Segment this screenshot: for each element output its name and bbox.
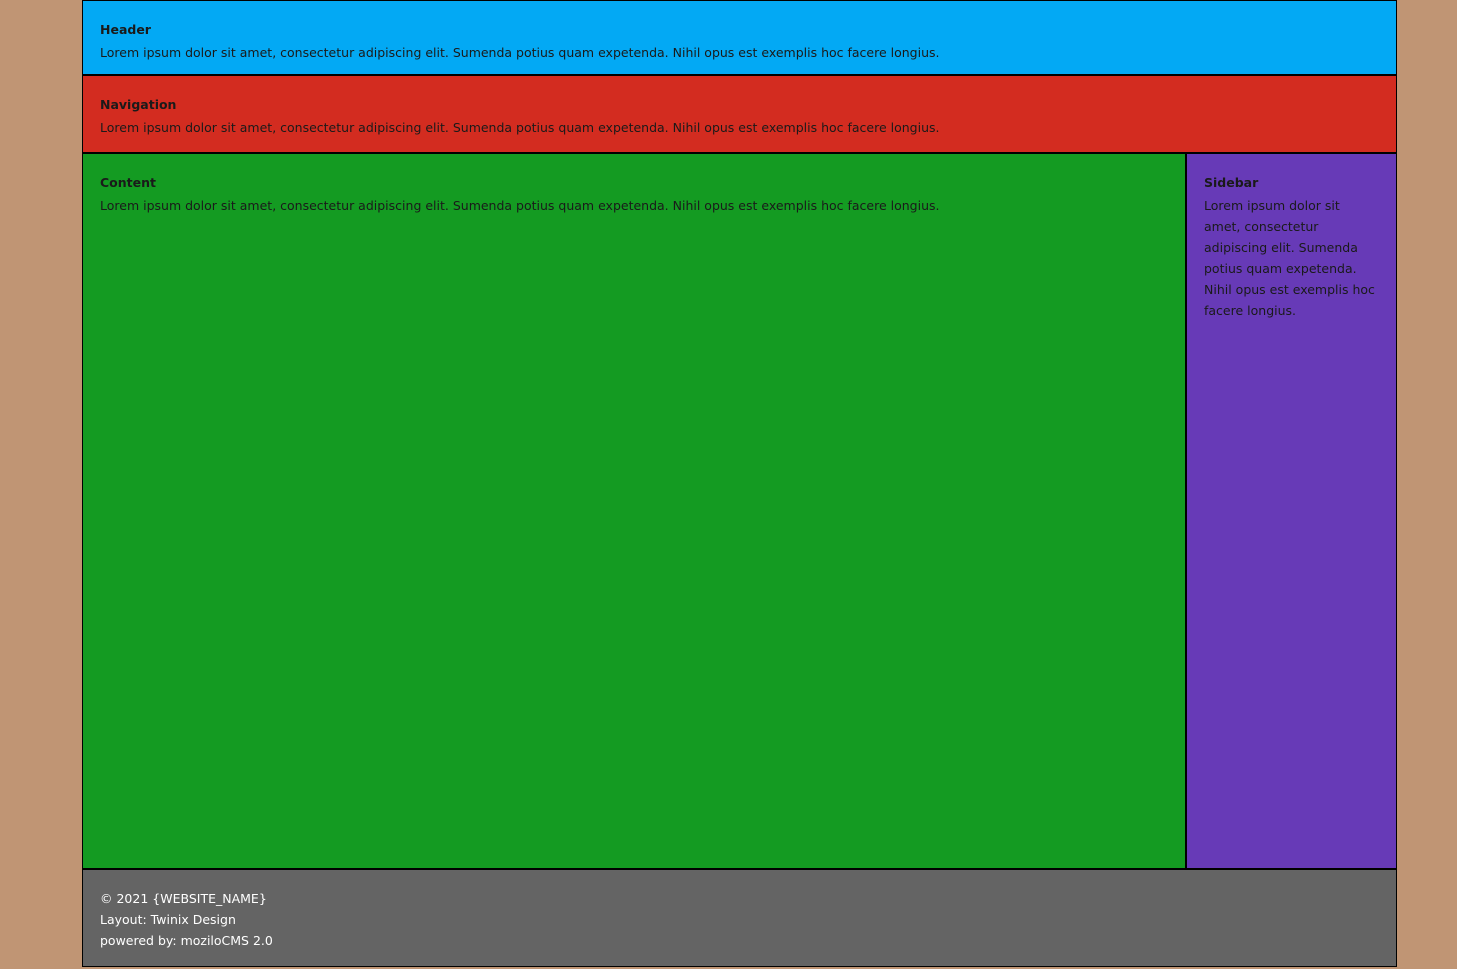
- sidebar-section: Sidebar Lorem ipsum dolor sit amet, cons…: [1187, 154, 1396, 870]
- layout-frame: Header Lorem ipsum dolor sit amet, conse…: [82, 0, 1397, 967]
- header-text: Lorem ipsum dolor sit amet, consectetur …: [100, 45, 940, 60]
- header-title: Header: [100, 22, 151, 37]
- footer-powered-by: powered by: moziloCMS 2.0: [100, 933, 273, 948]
- header-section: Header Lorem ipsum dolor sit amet, conse…: [83, 1, 1396, 76]
- navigation-text: Lorem ipsum dolor sit amet, consectetur …: [100, 120, 940, 135]
- navigation-section: Navigation Lorem ipsum dolor sit amet, c…: [83, 76, 1396, 154]
- footer-section: © 2021 {WEBSITE_NAME} Layout: Twinix Des…: [83, 870, 1396, 966]
- footer-copyright: © 2021 {WEBSITE_NAME}: [100, 891, 267, 906]
- sidebar-title: Sidebar: [1204, 175, 1259, 190]
- footer-layout-credit: Layout: Twinix Design: [100, 912, 236, 927]
- navigation-title: Navigation: [100, 97, 177, 112]
- content-title: Content: [100, 175, 156, 190]
- content-text: Lorem ipsum dolor sit amet, consectetur …: [100, 198, 940, 213]
- content-section: Content Lorem ipsum dolor sit amet, cons…: [83, 154, 1187, 870]
- sidebar-text: Lorem ipsum dolor sit amet, consectetur …: [1204, 198, 1375, 318]
